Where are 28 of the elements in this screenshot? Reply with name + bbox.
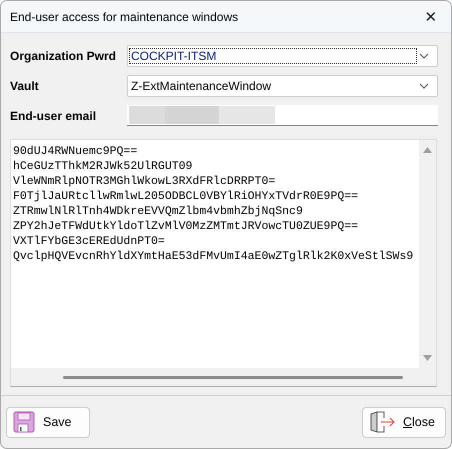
- output-line: VXTlFYbGE3cEREdUdnPT0=: [13, 234, 166, 249]
- field-label: Vault: [10, 79, 40, 93]
- scroll-up-icon[interactable]: [423, 147, 432, 153]
- exit-door-icon: [369, 411, 395, 433]
- field-label: End-user email: [10, 108, 98, 122]
- output-text-area[interactable]: [10, 139, 437, 387]
- vertical-scrollbar[interactable]: [419, 140, 436, 368]
- output-line: QvclpHQVEvcnRhYldXYmtHaE53dFMvUmI4aE0wZTglRlk2K0xVeStlSWs9: [13, 249, 414, 264]
- close-button[interactable]: Close: [362, 406, 446, 438]
- chevron-icon: [419, 53, 429, 59]
- output-line: ZPY2hJeTFWdUtkYldoTlZvMlV0MzZMTmtJRVowcTU0ZUE9PQ==: [13, 219, 360, 234]
- dropdown-value: COCKPIT-ITSM: [130, 49, 416, 63]
- output-line: VleWNmRlpNOTR3MGhlWkowL3RXdFRlcDRRPT0=: [13, 174, 276, 189]
- dropdown-value: Z-ExtMaintenanceWindow: [130, 79, 272, 93]
- email-field[interactable]: [127, 105, 438, 126]
- horizontal-scroll-thumb[interactable]: [63, 376, 403, 378]
- chevron-icon: [419, 83, 429, 89]
- scroll-down-icon[interactable]: [423, 355, 432, 361]
- save-button[interactable]: Save: [6, 406, 90, 438]
- output-line: hCeGUzTThkM2RJWk52UlRGUT09: [13, 159, 194, 174]
- output-line: 90dUJ4RWNuemc9PQ==: [13, 144, 138, 159]
- output-line: F0TjlJaURtcllwRmlwL205ODBCL0VBYlRiOHYxTVdrR0E9PQ==: [13, 189, 360, 204]
- window-title: End-user access for maintenance windows: [10, 10, 238, 24]
- field-label: Organization Pwrd: [10, 49, 118, 63]
- dropdown[interactable]: COCKPIT-ITSM: [127, 45, 438, 67]
- output-line: ZTRmwlNlRlTnh4WDkreEVVQmZlbm4vbmhZbjNqSnc9: [13, 204, 304, 219]
- dropdown[interactable]: Z-ExtMaintenanceWindow: [127, 75, 438, 97]
- close-button[interactable]: ✕: [411, 1, 451, 32]
